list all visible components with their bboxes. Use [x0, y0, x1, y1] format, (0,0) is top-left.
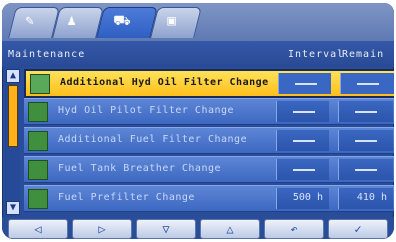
scroll-thumb[interactable] — [8, 85, 18, 147]
remain-cell: 410 h — [338, 188, 393, 209]
item-label: Hyd Oil Pilot Filter Change — [58, 105, 235, 116]
dash-icon — [355, 140, 377, 142]
scroll-up-button[interactable]: ▲ — [6, 69, 20, 83]
list-header: Maintenance Interval Remain — [2, 41, 394, 67]
list-item[interactable]: Additional Fuel Filter Change — [24, 127, 394, 154]
up-arrow-button[interactable]: △ — [200, 219, 260, 239]
truck-icon: ⛟ — [113, 13, 131, 29]
bezel: ✎ ♟ ⛟ ▣ Maintenance Interval Remain ▲ ▼ — [0, 0, 396, 242]
dash-icon — [293, 140, 315, 142]
right-arrow-button[interactable]: ▷ — [72, 219, 132, 239]
document-icon: ▣ — [167, 13, 176, 29]
tab-document[interactable]: ▣ — [150, 7, 202, 38]
remain-cell — [338, 101, 393, 122]
list-item[interactable]: Additional Hyd Oil Filter Change — [24, 69, 394, 98]
dash-icon — [295, 83, 317, 85]
down-arrow-button[interactable]: ▽ — [136, 219, 196, 239]
filter-icon — [28, 102, 48, 122]
page-title: Maintenance — [8, 49, 86, 60]
interval-cell — [276, 130, 329, 151]
item-label: Fuel Tank Breather Change — [58, 163, 222, 174]
screen: ✎ ♟ ⛟ ▣ Maintenance Interval Remain ▲ ▼ — [2, 3, 394, 239]
dash-icon — [355, 111, 377, 113]
scroll-down-button[interactable]: ▼ — [6, 201, 20, 215]
remain-cell — [340, 73, 394, 94]
list-item[interactable]: Hyd Oil Pilot Filter Change — [24, 98, 394, 125]
list-item[interactable]: Fuel Prefilter Change 500 h 410 h — [24, 185, 394, 212]
remain-header: Remain — [342, 49, 385, 60]
item-label: Additional Fuel Filter Change — [58, 134, 248, 145]
interval-cell — [276, 101, 329, 122]
back-button[interactable]: ↶ — [264, 219, 324, 239]
interval-cell — [276, 159, 329, 180]
remain-cell — [338, 159, 393, 180]
interval-header: Interval — [288, 49, 345, 60]
dash-icon — [355, 169, 377, 171]
interval-value: 500 h — [292, 192, 323, 203]
tab-truck[interactable]: ⛟ — [96, 7, 158, 38]
confirm-button[interactable]: ✓ — [328, 219, 388, 239]
interval-cell: 500 h — [276, 188, 329, 209]
filter-icon — [30, 74, 50, 94]
remain-value: 410 h — [356, 192, 387, 203]
item-label: Additional Hyd Oil Filter Change — [60, 77, 269, 88]
tab-strip: ✎ ♟ ⛟ ▣ — [2, 3, 394, 41]
filter-icon — [28, 189, 48, 209]
item-label: Fuel Prefilter Change — [58, 192, 195, 203]
dash-icon — [293, 111, 315, 113]
filter-icon — [28, 160, 48, 180]
list-item[interactable]: Fuel Tank Breather Change — [24, 156, 394, 183]
wrench-icon: ✎ — [25, 13, 34, 29]
filter-icon — [28, 131, 48, 151]
remain-cell — [338, 130, 393, 151]
bottom-toolbar: ◁ ▷ ▽ △ ↶ ✓ — [2, 217, 394, 239]
dash-icon — [293, 169, 315, 171]
person-icon: ♟ — [67, 13, 76, 29]
dash-icon — [357, 83, 379, 85]
scrollbar[interactable]: ▲ ▼ — [4, 67, 20, 217]
left-arrow-button[interactable]: ◁ — [8, 219, 68, 239]
interval-cell — [278, 73, 331, 94]
